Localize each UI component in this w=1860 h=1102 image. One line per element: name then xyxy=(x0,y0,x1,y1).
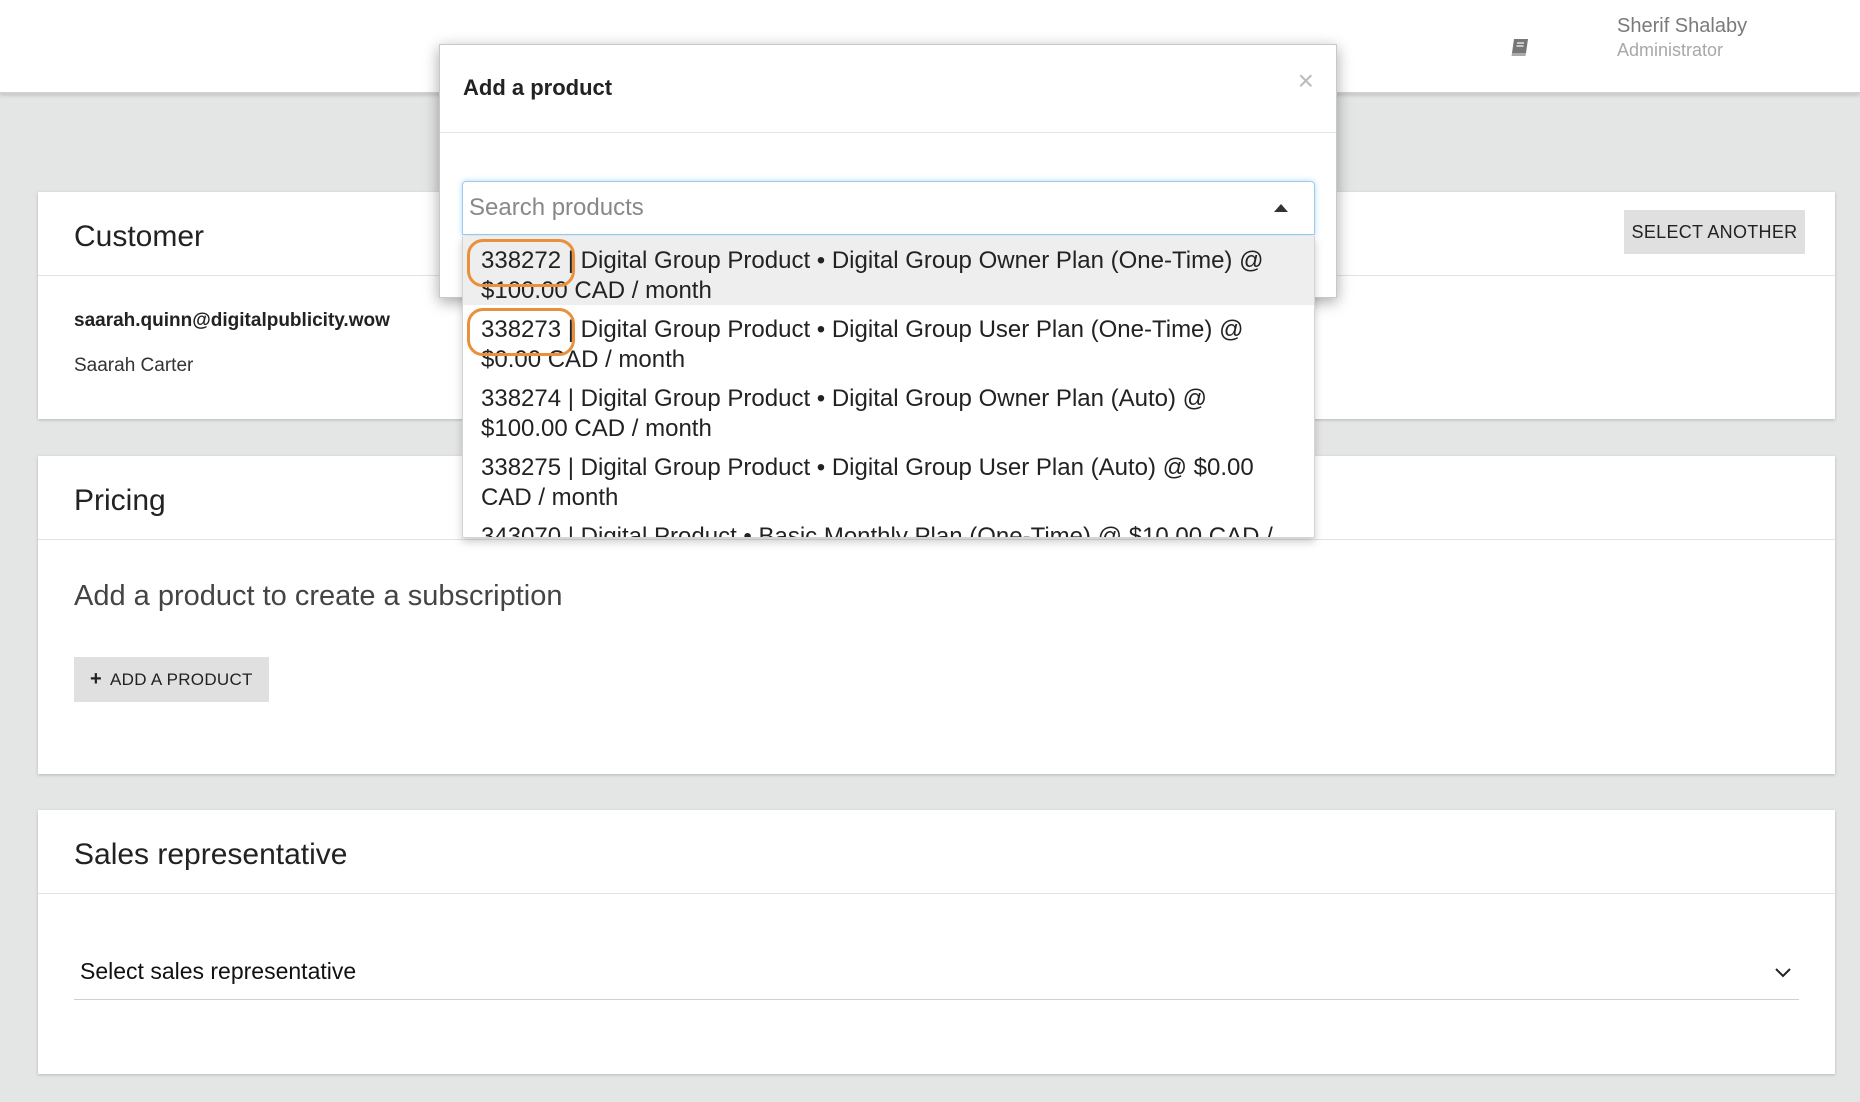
product-search-input[interactable] xyxy=(467,184,1247,232)
modal-header: Add a product × xyxy=(440,45,1336,133)
product-option-id: 343070 xyxy=(481,523,562,538)
close-icon[interactable]: × xyxy=(1298,65,1314,97)
product-option-text: | Digital Group Product • Digital Group … xyxy=(481,247,1264,304)
chevron-down-icon xyxy=(1775,968,1791,978)
product-option-id: 338275 xyxy=(481,454,562,481)
product-option[interactable]: 338273 | Digital Group Product • Digital… xyxy=(463,305,1314,374)
add-product-label: ADD A PRODUCT xyxy=(109,670,253,689)
product-option[interactable]: 343070 | Digital Product • Basic Monthly… xyxy=(463,512,1314,538)
pricing-empty-message: Add a product to create a subscription xyxy=(74,580,563,612)
pricing-title: Pricing xyxy=(74,484,166,517)
user-name[interactable]: Sherif Shalaby xyxy=(1617,15,1747,38)
product-option-text: | Digital Group Product • Digital Group … xyxy=(481,454,1254,511)
product-option[interactable]: 338274 | Digital Group Product • Digital… xyxy=(463,374,1314,443)
add-product-button[interactable]: + ADD A PRODUCT xyxy=(74,657,269,702)
product-option-id: 338274 xyxy=(481,385,562,412)
customer-name: Saarah Carter xyxy=(74,355,194,376)
sales-rep-title: Sales representative xyxy=(74,838,348,871)
product-option-id: 338273 xyxy=(466,308,576,356)
product-option[interactable]: 338275 | Digital Group Product • Digital… xyxy=(463,443,1314,512)
product-option-text: | Digital Group Product • Digital Group … xyxy=(481,385,1208,442)
modal-title: Add a product xyxy=(463,75,613,100)
sales-rep-card: Sales representative Select sales repres… xyxy=(38,810,1835,1074)
sales-rep-card-header: Sales representative xyxy=(38,810,1835,894)
product-search-box[interactable] xyxy=(462,181,1315,235)
product-option-id: 338272 xyxy=(466,239,576,287)
product-option[interactable]: 338272 | Digital Group Product • Digital… xyxy=(463,236,1314,305)
product-dropdown: 338272 | Digital Group Product • Digital… xyxy=(462,236,1315,538)
product-option-text: | Digital Group Product • Digital Group … xyxy=(481,316,1244,373)
product-option-text: | Digital Product • Basic Monthly Plan (… xyxy=(567,523,1273,538)
plus-icon: + xyxy=(90,668,102,690)
sales-rep-select[interactable]: Select sales representative xyxy=(74,950,1799,1000)
customer-email: saarah.quinn@digitalpublicity.wow xyxy=(74,310,390,331)
caret-up-icon[interactable] xyxy=(1274,204,1288,212)
user-role: Administrator xyxy=(1617,40,1724,60)
sales-rep-select-label: Select sales representative xyxy=(80,958,357,984)
customer-title: Customer xyxy=(74,220,205,253)
book-icon[interactable] xyxy=(1508,36,1532,58)
select-another-button[interactable]: SELECT ANOTHER xyxy=(1624,210,1805,254)
